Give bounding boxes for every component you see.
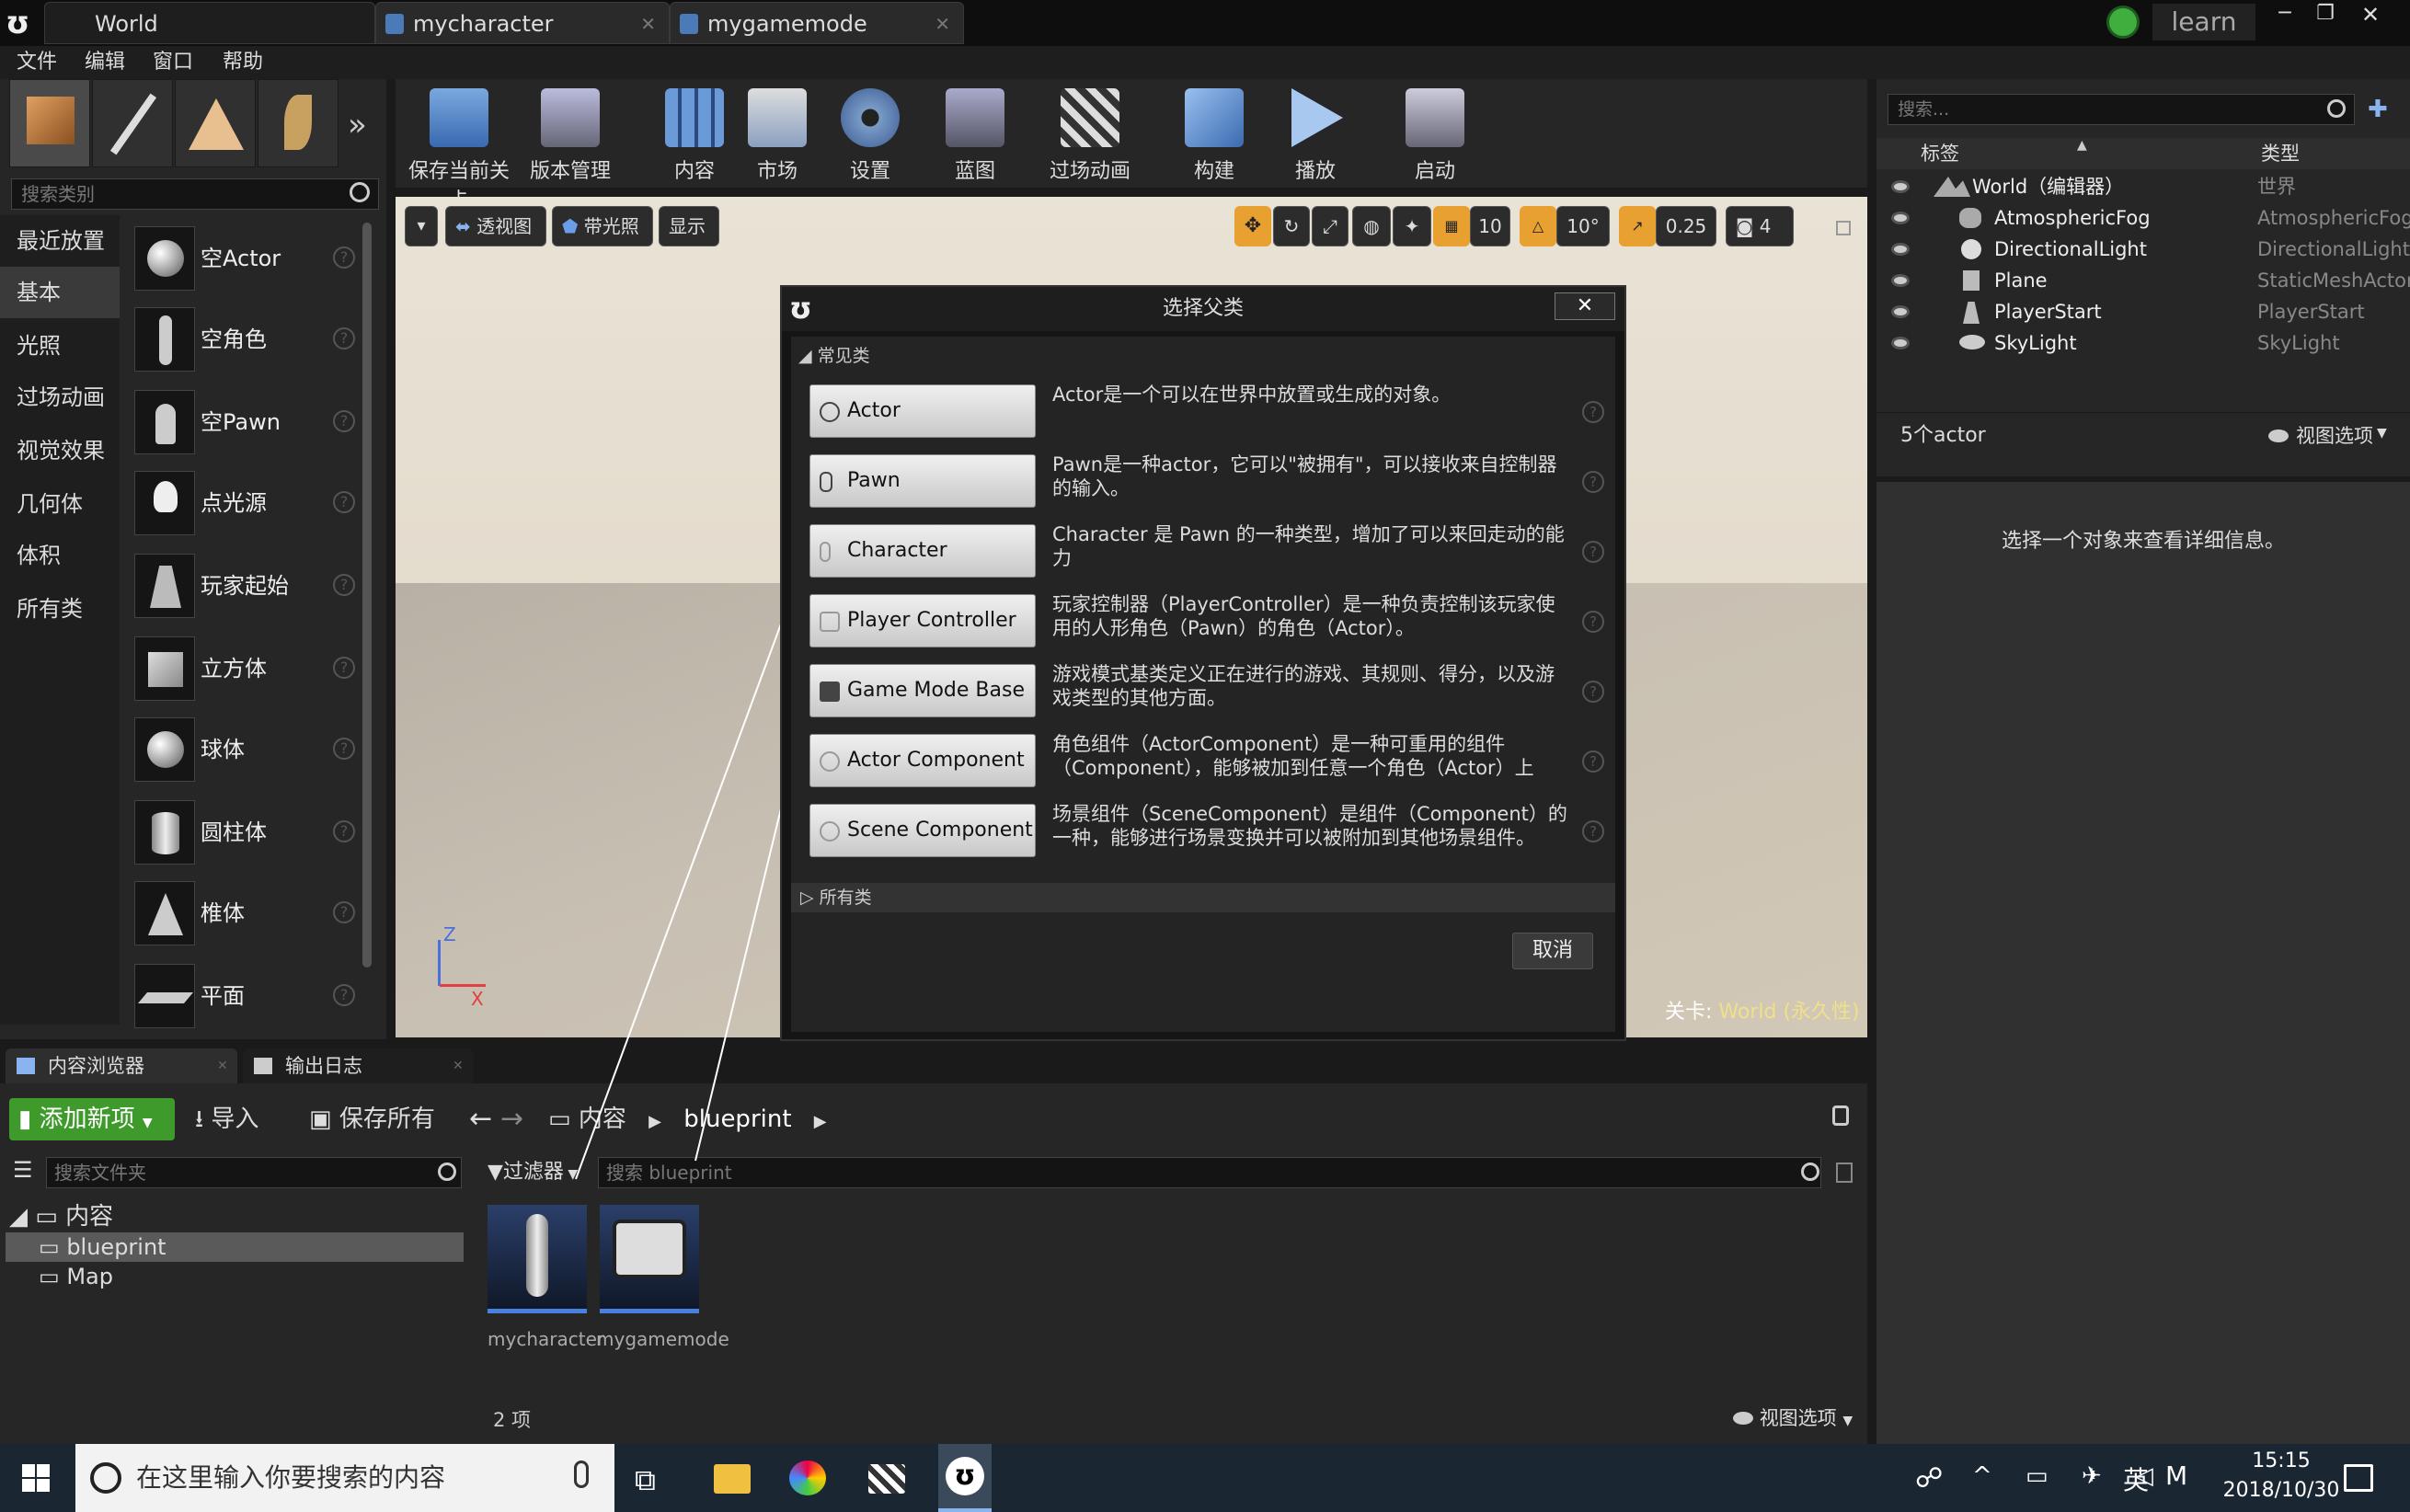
class-game-mode-base-button[interactable]: Game Mode Base: [809, 664, 1036, 717]
connector-line: [575, 551, 809, 1180]
help-icon[interactable]: ?: [1582, 750, 1604, 773]
class-actor-component-desc: 角色组件（ActorComponent）是一种可重用的组件（Component）…: [1052, 733, 1534, 779]
class-character-button[interactable]: Character: [809, 524, 1036, 578]
clock-date[interactable]: 2018/10/30: [2208, 1479, 2355, 1502]
windows-taskbar: 在这里输入你要搜索的内容 ⧉ ʊ ☍ ^ ▭ ✈ ◁ 英 M 15:15 201…: [0, 1444, 2410, 1512]
notification-icon[interactable]: [2344, 1464, 2373, 1492]
unreal-taskbar-icon[interactable]: ʊ: [938, 1444, 992, 1512]
taskbar-search-box[interactable]: 在这里输入你要搜索的内容: [75, 1444, 614, 1512]
help-icon[interactable]: ?: [1582, 820, 1604, 842]
help-icon[interactable]: ?: [1582, 681, 1604, 703]
dialog-body: ◢ 常见类 Actor Actor是一个可以在世界中放置或生成的对象。 ? Pa…: [791, 337, 1615, 1032]
pick-parent-class-dialog: ʊ 选择父类 ✕ ◢ 常见类 Actor Actor是一个可以在世界中放置或生成…: [780, 285, 1626, 1041]
pawn-icon: [820, 472, 832, 492]
class-pawn-desc: Pawn是一种actor，它可以"被拥有"，可以接收来自控制器的输入。: [1052, 453, 1557, 499]
section-common-classes[interactable]: ◢ 常见类: [798, 342, 870, 367]
class-scene-component-desc: 场景组件（SceneComponent）是组件（Component）的一种，能够…: [1052, 803, 1567, 849]
paint-app-icon[interactable]: [789, 1460, 826, 1495]
help-icon[interactable]: ?: [1582, 471, 1604, 493]
class-actor-desc: Actor是一个可以在世界中放置或生成的对象。: [1052, 384, 1452, 406]
section-all-classes[interactable]: ▷ 所有类: [791, 883, 1615, 912]
taskbar-search-placeholder: 在这里输入你要搜索的内容: [136, 1462, 446, 1493]
character-icon: [820, 542, 831, 562]
class-scene-component-button[interactable]: Scene Component: [809, 804, 1036, 857]
file-explorer-icon[interactable]: [714, 1464, 751, 1494]
clock-time[interactable]: 15:15: [2226, 1449, 2336, 1472]
dialog-title: 选择父类: [1162, 297, 1244, 320]
help-icon[interactable]: ?: [1582, 541, 1604, 563]
cancel-button[interactable]: 取消: [1512, 933, 1593, 969]
cortana-icon: [90, 1462, 121, 1494]
class-character-desc: Character 是 Pawn 的一种类型，增加了可以来回走动的能力: [1052, 523, 1565, 569]
help-icon[interactable]: ?: [1582, 401, 1604, 423]
class-actor-component-button[interactable]: Actor Component: [809, 734, 1036, 787]
class-pawn-button[interactable]: Pawn: [809, 454, 1036, 508]
people-icon[interactable]: ☍: [1915, 1462, 1943, 1495]
expand-icon: ▷: [800, 888, 820, 908]
task-view-icon[interactable]: ⧉: [635, 1462, 656, 1498]
ime-mode-icon[interactable]: M: [2165, 1460, 2187, 1491]
class-player-controller-button[interactable]: Player Controller: [809, 594, 1036, 647]
component-icon: [820, 751, 840, 772]
gamemode-icon: [820, 682, 840, 702]
scene-component-icon: [820, 821, 840, 842]
collapse-icon: ◢: [798, 346, 818, 366]
class-player-controller-desc: 玩家控制器（PlayerController）是一种负责控制该玩家使用的人形角色…: [1052, 593, 1555, 639]
controller-icon: [820, 612, 840, 632]
windows-start-icon[interactable]: [22, 1464, 50, 1492]
help-icon[interactable]: ?: [1582, 611, 1604, 633]
dialog-title-bar: ʊ 选择父类 ✕: [782, 287, 1624, 331]
class-game-mode-base-desc: 游戏模式基类定义正在进行的游戏、其规则、得分，以及游戏类型的其他方面。: [1052, 663, 1555, 709]
video-editor-icon[interactable]: [868, 1464, 905, 1494]
class-actor-button[interactable]: Actor: [809, 384, 1036, 438]
microphone-icon[interactable]: [574, 1460, 589, 1488]
dialog-close-button[interactable]: ✕: [1555, 292, 1615, 320]
ime-indicator[interactable]: 英: [2123, 1460, 2149, 1497]
actor-icon: [820, 402, 840, 422]
